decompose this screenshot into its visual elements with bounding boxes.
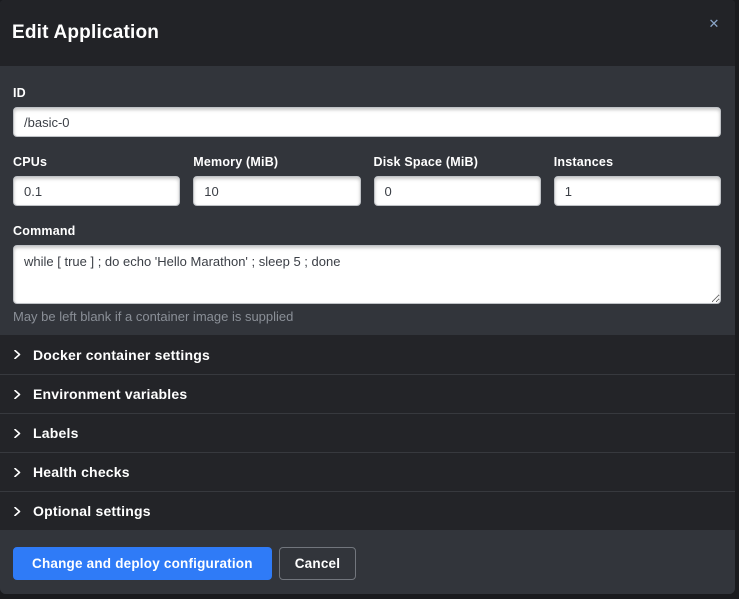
section-label: Health checks bbox=[33, 464, 130, 480]
section-label: Environment variables bbox=[33, 386, 187, 402]
cpus-input[interactable] bbox=[13, 176, 180, 206]
id-label: ID bbox=[13, 86, 721, 100]
memory-field-group: Memory (MiB) bbox=[193, 155, 360, 206]
command-label: Command bbox=[13, 224, 721, 238]
section-labels[interactable]: Labels bbox=[0, 413, 735, 452]
chevron-right-icon bbox=[13, 468, 22, 477]
memory-label: Memory (MiB) bbox=[193, 155, 360, 169]
modal-footer: Change and deploy configuration Cancel bbox=[0, 530, 735, 594]
resources-row: CPUs Memory (MiB) Disk Space (MiB) Insta… bbox=[13, 155, 721, 206]
modal-title: Edit Application bbox=[12, 22, 159, 44]
section-label: Docker container settings bbox=[33, 347, 210, 363]
change-and-deploy-button[interactable]: Change and deploy configuration bbox=[13, 547, 272, 580]
chevron-right-icon bbox=[13, 390, 22, 399]
section-optional-settings[interactable]: Optional settings bbox=[0, 491, 735, 530]
disk-input[interactable] bbox=[374, 176, 541, 206]
section-environment-variables[interactable]: Environment variables bbox=[0, 374, 735, 413]
command-help-text: May be left blank if a container image i… bbox=[13, 309, 721, 324]
id-input[interactable] bbox=[13, 107, 721, 137]
edit-application-modal: Edit Application ✕ ID CPUs Memory (MiB) … bbox=[0, 0, 735, 594]
disk-field-group: Disk Space (MiB) bbox=[374, 155, 541, 206]
instances-field-group: Instances bbox=[554, 155, 721, 206]
instances-input[interactable] bbox=[554, 176, 721, 206]
form-section: ID CPUs Memory (MiB) Disk Space (MiB) In… bbox=[0, 66, 735, 335]
close-icon[interactable]: ✕ bbox=[705, 14, 723, 32]
chevron-right-icon bbox=[13, 350, 22, 359]
section-label: Labels bbox=[33, 425, 79, 441]
section-health-checks[interactable]: Health checks bbox=[0, 452, 735, 491]
disk-label: Disk Space (MiB) bbox=[374, 155, 541, 169]
cancel-button[interactable]: Cancel bbox=[279, 547, 356, 580]
command-field-group: Command while [ true ] ; do echo 'Hello … bbox=[13, 224, 721, 324]
modal-header: Edit Application ✕ bbox=[0, 0, 735, 66]
memory-input[interactable] bbox=[193, 176, 360, 206]
cpus-label: CPUs bbox=[13, 155, 180, 169]
chevron-right-icon bbox=[13, 429, 22, 438]
cpus-field-group: CPUs bbox=[13, 155, 180, 206]
id-field-group: ID bbox=[13, 86, 721, 137]
instances-label: Instances bbox=[554, 155, 721, 169]
section-label: Optional settings bbox=[33, 503, 151, 519]
chevron-right-icon bbox=[13, 507, 22, 516]
section-docker-container-settings[interactable]: Docker container settings bbox=[0, 335, 735, 374]
accordion: Docker container settings Environment va… bbox=[0, 335, 735, 530]
command-textarea[interactable]: while [ true ] ; do echo 'Hello Marathon… bbox=[13, 245, 721, 304]
